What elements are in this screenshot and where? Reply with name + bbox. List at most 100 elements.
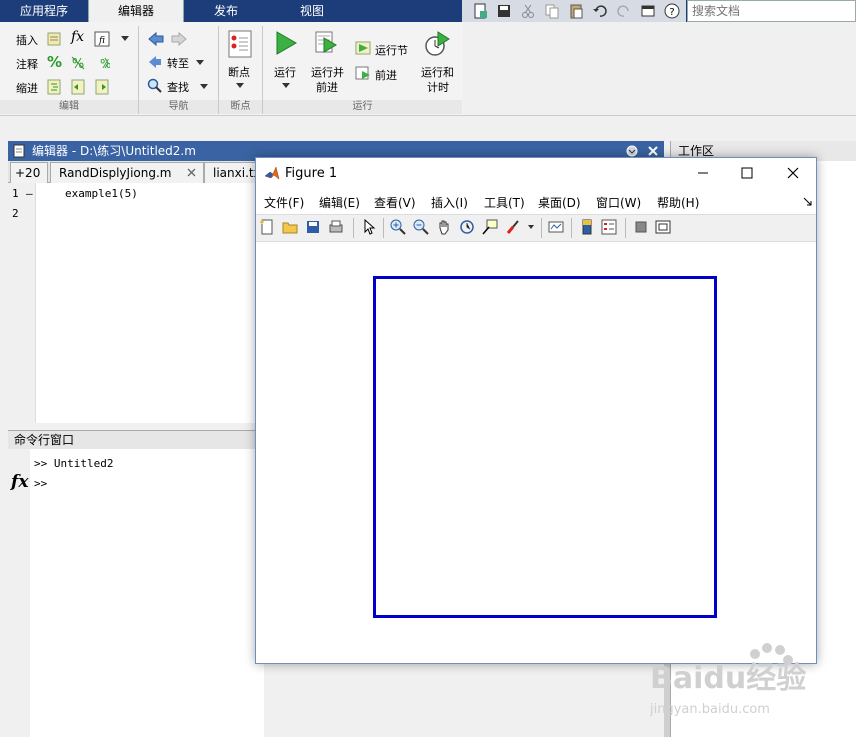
save-icon[interactable] xyxy=(496,3,512,19)
wrap-comments-icon[interactable]: % xyxy=(94,55,110,71)
menu-file[interactable]: 文件(F) xyxy=(264,194,304,211)
axes-plot-area[interactable] xyxy=(373,276,717,618)
menu-edit[interactable]: 编辑(E) xyxy=(319,194,360,211)
print-icon[interactable] xyxy=(328,219,344,235)
zoom-in-icon[interactable] xyxy=(390,219,406,235)
new-figure-icon[interactable] xyxy=(259,219,275,235)
code-line[interactable]: example1(5) xyxy=(65,187,138,200)
forward-arrow-icon[interactable] xyxy=(170,31,188,47)
menu-view[interactable]: 查看(V) xyxy=(374,194,416,211)
tab-overflow[interactable]: +20 xyxy=(10,162,48,183)
run-icon[interactable] xyxy=(274,30,298,56)
close-icon[interactable] xyxy=(786,166,800,180)
toolbar-separator xyxy=(625,218,626,238)
hide-plot-tools-icon[interactable] xyxy=(633,219,649,235)
zoom-out-icon[interactable] xyxy=(413,219,429,235)
comment-button[interactable]: 注释 xyxy=(16,56,38,72)
chevron-down-icon[interactable] xyxy=(120,35,130,43)
percent-comment-icon[interactable]: % xyxy=(47,53,62,71)
function-browser-button[interactable]: fx xyxy=(11,472,28,492)
menu-help[interactable]: 帮助(H) xyxy=(657,194,699,211)
run-and-time-icon[interactable] xyxy=(424,30,450,58)
chevron-down-icon[interactable] xyxy=(235,82,245,90)
rotate-3d-icon[interactable] xyxy=(459,219,475,235)
find-button[interactable]: 查找 xyxy=(167,79,189,95)
line-marker[interactable]: – xyxy=(26,187,33,200)
switch-windows-icon[interactable] xyxy=(640,3,656,19)
goto-button[interactable]: 转至 xyxy=(167,55,189,71)
run-advance-icon[interactable] xyxy=(314,30,338,56)
run-section-button[interactable]: 运行节 xyxy=(375,42,408,58)
menu-insert[interactable]: 插入(I) xyxy=(431,194,468,211)
insert-function-icon[interactable]: fi xyxy=(94,31,110,47)
tab-view[interactable]: 视图 xyxy=(268,0,356,22)
colorbar-icon[interactable] xyxy=(579,219,595,235)
show-plot-tools-icon[interactable] xyxy=(655,219,671,235)
menu-desktop[interactable]: 桌面(D) xyxy=(538,194,581,211)
panel-menu-icon[interactable] xyxy=(626,145,638,157)
redo-icon[interactable] xyxy=(616,3,632,19)
menu-tools[interactable]: 工具(T) xyxy=(484,194,525,211)
goto-icon[interactable] xyxy=(147,54,163,70)
run-and-time-button[interactable]: 运行和 xyxy=(421,64,454,80)
run-advance-button[interactable]: 运行并 xyxy=(311,64,344,80)
back-arrow-icon[interactable] xyxy=(147,31,165,47)
group-label-run: 运行 xyxy=(263,100,462,114)
minimize-icon[interactable] xyxy=(696,166,710,180)
tab-randdisplyjiong[interactable]: RandDisplyJiong.m xyxy=(50,162,204,183)
advance-button[interactable]: 前进 xyxy=(375,67,397,83)
dock-arrow-icon[interactable] xyxy=(803,197,812,206)
undo-icon[interactable] xyxy=(592,3,608,19)
cut-icon[interactable] xyxy=(520,3,536,19)
find-icon[interactable] xyxy=(147,78,163,94)
breakpoints-icon[interactable] xyxy=(227,30,253,58)
close-icon[interactable] xyxy=(647,145,659,157)
command-window[interactable] xyxy=(8,449,264,737)
pan-hand-icon[interactable] xyxy=(436,219,452,235)
search-input[interactable] xyxy=(687,0,856,22)
brush-icon[interactable] xyxy=(505,219,521,235)
tab-editor[interactable]: 编辑器 xyxy=(88,0,184,22)
breakpoints-button[interactable]: 断点 xyxy=(228,64,250,80)
uncomment-icon[interactable]: % xyxy=(70,55,86,71)
tab-publish[interactable]: 发布 xyxy=(184,0,268,22)
insert-section-icon[interactable] xyxy=(46,31,62,47)
pointer-icon[interactable] xyxy=(361,219,377,235)
group-label-edit: 编辑 xyxy=(0,100,138,114)
advance-icon[interactable] xyxy=(355,65,371,81)
close-tab-icon[interactable] xyxy=(186,167,197,178)
copy-icon[interactable] xyxy=(544,3,560,19)
tab-apps[interactable]: 应用程序 xyxy=(0,0,88,22)
toolbar-separator xyxy=(383,218,384,238)
run-section-icon[interactable] xyxy=(355,40,371,56)
save-figure-icon[interactable] xyxy=(305,219,321,235)
chevron-down-icon[interactable] xyxy=(527,224,535,230)
open-folder-icon[interactable] xyxy=(282,219,298,235)
insert-button[interactable]: 插入 xyxy=(16,32,38,48)
watermark-brand: Baidu经验 xyxy=(650,661,806,696)
maximize-icon[interactable] xyxy=(740,166,754,180)
tab-randdisplyjiong-label: RandDisplyJiong.m xyxy=(59,166,172,180)
chevron-down-icon[interactable] xyxy=(199,83,209,91)
paste-icon[interactable] xyxy=(568,3,584,19)
legend-icon[interactable] xyxy=(601,219,617,235)
figure-title-bar[interactable] xyxy=(256,158,816,188)
figure-title: Figure 1 xyxy=(285,166,338,181)
insert-function-button[interactable]: fx xyxy=(71,29,84,45)
decrease-indent-icon[interactable] xyxy=(94,79,110,95)
new-icon[interactable] xyxy=(472,3,488,19)
command-prompt[interactable]: >> xyxy=(34,477,47,490)
editor-code-area[interactable] xyxy=(8,183,264,423)
chevron-down-icon[interactable] xyxy=(281,82,291,90)
run-button[interactable]: 运行 xyxy=(274,64,296,80)
smart-indent-icon[interactable] xyxy=(46,79,62,95)
help-icon[interactable]: ? xyxy=(664,3,680,19)
menu-window[interactable]: 窗口(W) xyxy=(596,194,641,211)
indent-button[interactable]: 缩进 xyxy=(16,80,38,96)
chevron-down-icon[interactable] xyxy=(195,59,205,67)
data-cursor-icon[interactable] xyxy=(482,219,498,235)
group-label-breakpoints: 断点 xyxy=(219,100,262,114)
increase-indent-icon[interactable] xyxy=(70,79,86,95)
command-history-line: >> Untitled2 xyxy=(34,457,114,470)
link-plot-icon[interactable] xyxy=(548,219,564,235)
